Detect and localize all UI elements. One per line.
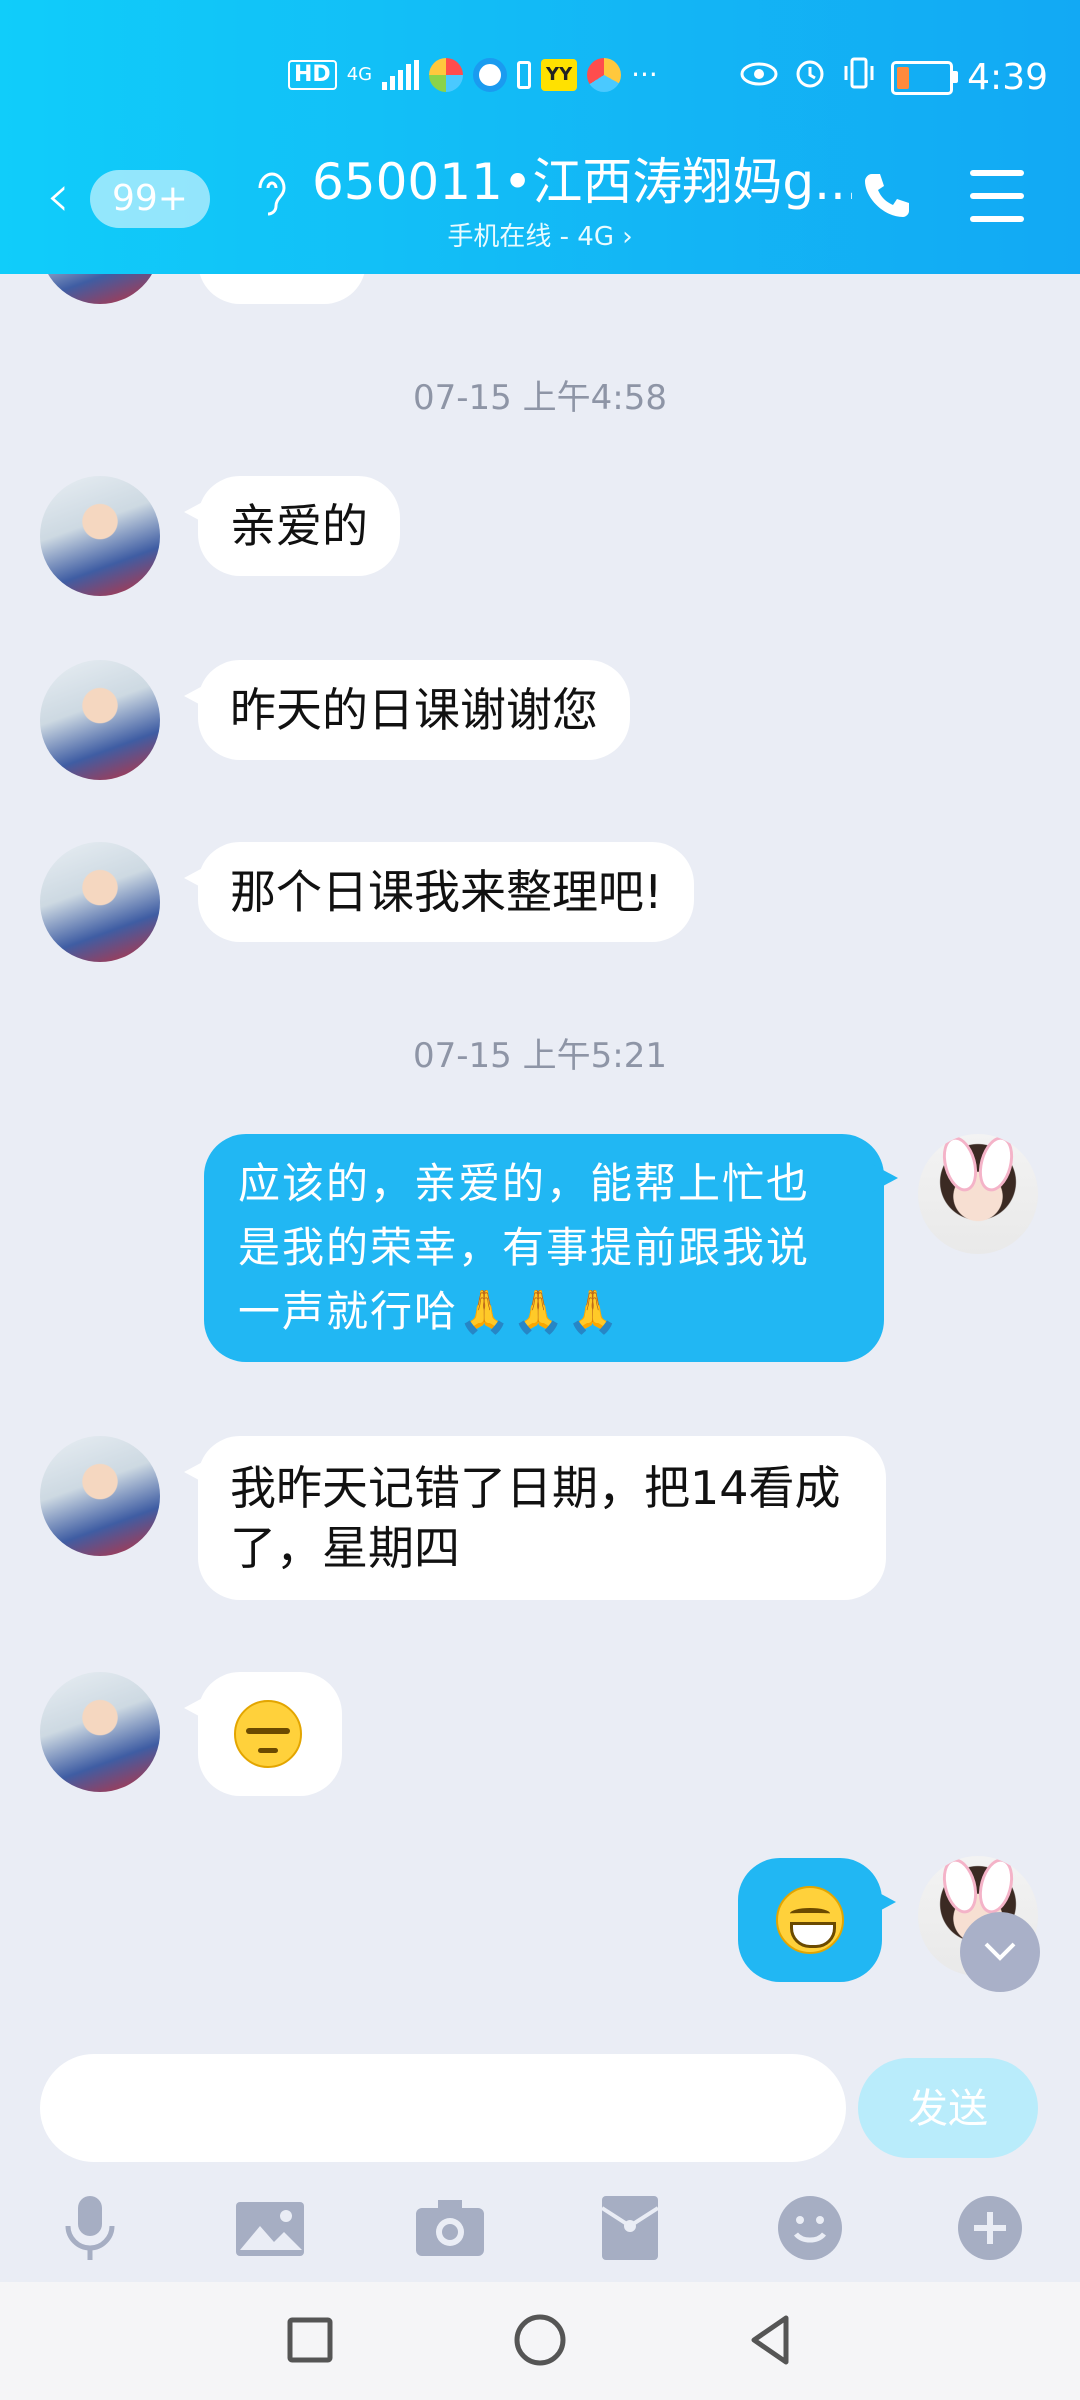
network-type-label: 4G xyxy=(346,64,373,85)
message-bubble-incoming[interactable] xyxy=(184,1672,342,1796)
recent-apps-icon[interactable] xyxy=(280,2310,340,2370)
clock-time: 4:39 xyxy=(967,57,1048,98)
app-notification-icon-3 xyxy=(587,58,622,92)
sweat-emoji xyxy=(234,1700,302,1768)
chevron-down-icon xyxy=(984,1942,1016,1961)
message-text: 昨天的日课谢谢您 xyxy=(230,683,598,737)
contact-avatar[interactable] xyxy=(40,274,160,304)
self-avatar[interactable] xyxy=(918,1134,1038,1254)
contact-avatar[interactable] xyxy=(40,476,160,596)
plus-icon[interactable] xyxy=(950,2188,1030,2268)
online-status[interactable]: 手机在线 - 4G › xyxy=(0,216,1080,253)
status-bar: HD 4G YY ··· 4:39 xyxy=(0,40,1080,120)
battery-alert-icon xyxy=(517,61,532,89)
contact-avatar[interactable] xyxy=(40,1436,160,1556)
status-icons-right: 4:39 xyxy=(739,56,1048,99)
message-bubble-incoming[interactable]: 昨天的日课谢谢您 xyxy=(184,660,630,760)
back-icon[interactable] xyxy=(740,2310,800,2370)
chat-header: HD 4G YY ··· 4:39 ‹ 99+ 650011•江西涛翔妈g...… xyxy=(0,0,1080,274)
message-text: 那个日课我来整理吧! xyxy=(230,865,663,919)
eye-icon xyxy=(739,57,779,98)
hd-badge: HD xyxy=(288,60,337,90)
red-packet-icon[interactable] xyxy=(590,2188,670,2268)
compose-bar: 发送 xyxy=(0,2034,1080,2204)
app-notification-icon-1 xyxy=(429,58,464,92)
message-bubble-incoming[interactable]: 我昨天记错了日期，把14看成了，星期四 xyxy=(184,1436,886,1600)
more-notifications-icon: ··· xyxy=(631,58,658,91)
image-icon[interactable] xyxy=(230,2188,310,2268)
scroll-to-bottom-button[interactable] xyxy=(960,1912,1040,1992)
grin-emoji xyxy=(776,1886,844,1954)
message-bubble-incoming[interactable]: 亲爱的 xyxy=(184,476,400,576)
vibrate-icon xyxy=(841,56,877,99)
message-bubble-outgoing[interactable]: 应该的，亲爱的，能帮上忙也是我的荣幸，有事提前跟我说一声就行哈🙏🙏🙏 xyxy=(204,1134,898,1362)
chat-nav-bar: ‹ 99+ 650011•江西涛翔妈g... 手机在线 - 4G › xyxy=(0,140,1080,260)
chat-title[interactable]: 650011•江西涛翔妈g... xyxy=(312,150,852,214)
contact-avatar[interactable] xyxy=(40,660,160,780)
emoji-icon[interactable] xyxy=(770,2188,850,2268)
home-icon[interactable] xyxy=(510,2310,570,2370)
message-timestamp: 07-15 上午5:21 xyxy=(413,1036,667,1076)
send-button[interactable]: 发送 xyxy=(858,2058,1038,2158)
yy-app-icon: YY xyxy=(541,59,578,91)
message-bubble-outgoing[interactable] xyxy=(738,1858,896,1982)
status-icons-left: HD 4G YY ··· xyxy=(288,58,658,92)
input-toolbar xyxy=(0,2180,1080,2280)
message-list[interactable]: 07-15 上午4:58 亲爱的 昨天的日课谢谢您 那个日课我来整理吧! 07-… xyxy=(0,274,1080,2034)
camera-icon[interactable] xyxy=(410,2188,490,2268)
signal-icon xyxy=(382,60,420,90)
contact-avatar[interactable] xyxy=(40,1672,160,1792)
message-text: 我昨天记错了日期，把14看成了，星期四 xyxy=(230,1461,841,1575)
message-text: 亲爱的 xyxy=(230,499,368,553)
message-bubble-partial[interactable] xyxy=(198,274,366,304)
message-bubble-incoming[interactable]: 那个日课我来整理吧! xyxy=(183,842,695,942)
menu-icon[interactable] xyxy=(970,170,1024,222)
contact-avatar[interactable] xyxy=(40,842,160,962)
phone-call-icon[interactable] xyxy=(858,168,914,237)
pray-emoji: 🙏🙏🙏 xyxy=(458,1287,621,1336)
system-navigation-bar xyxy=(0,2282,1080,2400)
battery-icon xyxy=(891,60,959,95)
message-input[interactable] xyxy=(40,2054,846,2162)
app-notification-icon-2 xyxy=(473,58,508,92)
message-timestamp: 07-15 上午4:58 xyxy=(413,378,667,418)
alarm-icon xyxy=(793,56,827,99)
microphone-icon[interactable] xyxy=(50,2188,130,2268)
